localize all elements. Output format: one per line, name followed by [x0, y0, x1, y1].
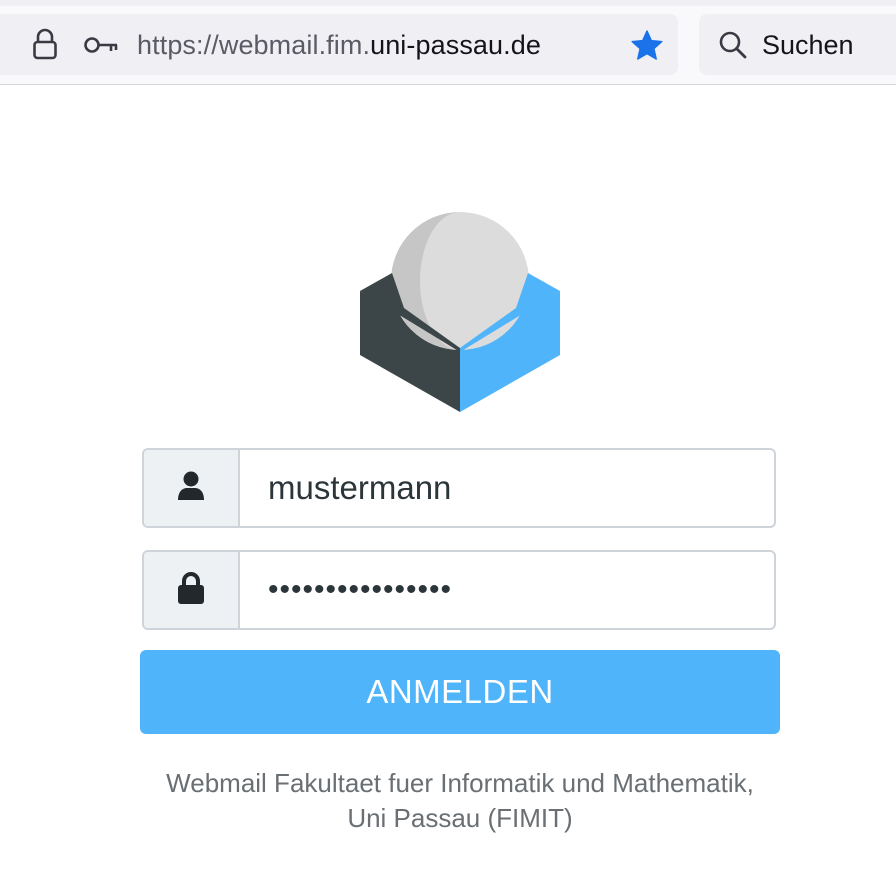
url-domain: uni-passau.de [370, 30, 541, 60]
tracking-protection-icon[interactable] [0, 30, 6, 60]
user-icon [176, 470, 206, 507]
key-icon[interactable] [83, 33, 119, 57]
password-field-group [142, 550, 776, 630]
username-input[interactable] [240, 450, 774, 526]
password-input[interactable] [240, 552, 774, 628]
roundcube-logo [356, 208, 564, 418]
username-field-group [142, 448, 776, 528]
bookmark-star-icon[interactable] [629, 28, 665, 62]
lock-icon[interactable] [30, 27, 60, 61]
login-button[interactable]: ANMELDEN [140, 650, 780, 734]
username-addon [144, 450, 240, 526]
product-name: Webmail Fakultaet fuer Informatik und Ma… [100, 766, 820, 836]
search-icon [717, 29, 749, 61]
search-placeholder: Suchen [762, 30, 854, 60]
url-prefix: https://webmail.fim. [137, 30, 371, 60]
browser-toolbar: https://webmail.fim.uni-passau.de Suchen [0, 0, 896, 85]
tab-strip-edge [0, 0, 896, 6]
footer-line-2: Uni Passau (FIMIT) [347, 803, 573, 833]
footer-line-1: Webmail Fakultaet fuer Informatik und Ma… [166, 768, 754, 798]
password-addon [144, 552, 240, 628]
url-text[interactable]: https://webmail.fim.uni-passau.de [137, 29, 541, 61]
lock-icon [176, 571, 206, 610]
